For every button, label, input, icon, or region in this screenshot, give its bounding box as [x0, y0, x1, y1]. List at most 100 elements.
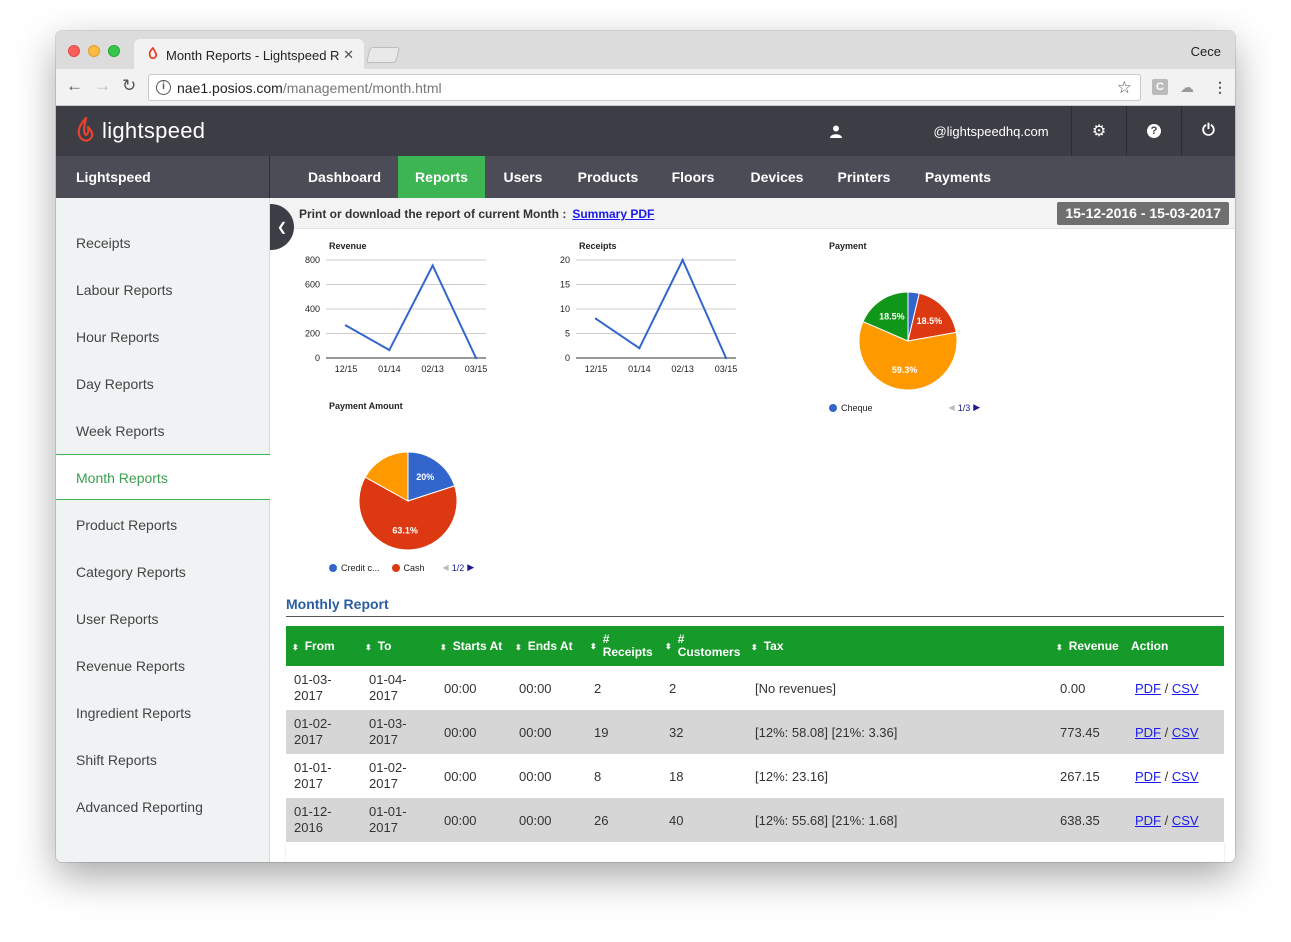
reload-icon[interactable]: ↻	[122, 77, 136, 95]
sort-icon: ⬍	[751, 643, 758, 652]
user-icon-cell[interactable]	[814, 106, 858, 156]
data-point	[431, 264, 434, 267]
cell-action: PDF / CSV	[1127, 754, 1224, 798]
maximize-window-button[interactable]	[108, 45, 120, 57]
x-tick-label: 02/13	[671, 364, 694, 374]
sidebar-item-hour-reports[interactable]: Hour Reports	[56, 314, 270, 360]
cell-starts-at: 00:00	[444, 680, 477, 696]
cell-starts-at: 00:00	[436, 710, 511, 754]
csv-download-link[interactable]: CSV	[1172, 813, 1199, 828]
col-customers[interactable]: ⬍# Customers	[661, 626, 747, 666]
sidebar-item-week-reports[interactable]: Week Reports	[56, 408, 270, 454]
cell-from: 01-02-2017	[286, 710, 361, 754]
sidebar-item-advanced-reporting[interactable]: Advanced Reporting	[56, 784, 270, 830]
slice-label: 59.3%	[892, 365, 918, 375]
pdf-download-link[interactable]: PDF	[1135, 725, 1161, 740]
tab-floors[interactable]: Floors	[663, 156, 723, 198]
csv-download-link[interactable]: CSV	[1172, 725, 1199, 740]
browser-tab[interactable]: Month Reports - Lightspeed R ✕	[134, 39, 364, 69]
pdf-download-link[interactable]: PDF	[1135, 769, 1161, 784]
sort-icon: ⬍	[590, 642, 597, 652]
sidebar-item-month-reports[interactable]: Month Reports	[56, 454, 270, 500]
slice-label: 18.5%	[879, 311, 905, 321]
pager-next-icon[interactable]: ▶	[467, 562, 474, 573]
settings-gear-icon[interactable]: ⚙	[1071, 106, 1126, 156]
cell-to: 01-01-2017	[361, 798, 436, 842]
sidebar-item-user-reports[interactable]: User Reports	[56, 596, 270, 642]
sidebar-item-day-reports[interactable]: Day Reports	[56, 361, 270, 407]
info-icon[interactable]: i	[156, 80, 171, 95]
legend-cheque: Cheque	[841, 402, 873, 413]
cell-receipts: 8	[594, 768, 602, 784]
col-from[interactable]: ⬍ From	[286, 626, 361, 666]
address-bar[interactable]: i nae1.posios.com/management/month.html …	[148, 74, 1141, 101]
col-revenue[interactable]: ⬍ Revenue	[1052, 626, 1127, 666]
lightspeed-logo[interactable]: lightspeed	[76, 117, 205, 145]
cloud-extension-icon[interactable]: ☁	[1180, 79, 1194, 96]
reports-sidebar: Receipts Labour Reports Hour Reports Day…	[56, 198, 270, 862]
legend-credit: Credit c...	[341, 562, 380, 573]
sidebar-item-receipts[interactable]: Receipts	[56, 220, 270, 266]
tab-payments[interactable]: Payments	[918, 156, 998, 198]
pager-prev-icon[interactable]: ◀	[949, 403, 955, 412]
help-icon[interactable]: ?	[1126, 106, 1181, 156]
tab-devices[interactable]: Devices	[742, 156, 812, 198]
sidebar-item-product-reports[interactable]: Product Reports	[56, 502, 270, 548]
legend-cash: Cash	[403, 562, 425, 573]
y-tick-label: 400	[305, 304, 320, 314]
close-window-button[interactable]	[68, 45, 80, 57]
sidebar-item-category-reports[interactable]: Category Reports	[56, 549, 270, 595]
slice-label: 63.1%	[392, 525, 418, 535]
data-point	[388, 348, 391, 352]
tab-dashboard[interactable]: Dashboard	[297, 156, 392, 198]
y-tick-label: 5	[565, 329, 570, 339]
menu-dots-icon[interactable]: ⋮	[1213, 79, 1227, 96]
pager-next-icon[interactable]: ▶	[973, 402, 980, 413]
tab-products[interactable]: Products	[568, 156, 648, 198]
payment-pie-chart: 18.5% 59.3% 18.5%	[858, 291, 958, 391]
back-arrow-icon[interactable]: ←	[66, 77, 83, 95]
user-email[interactable]: @lightspeedhq.com	[916, 106, 1066, 156]
pager-prev-icon[interactable]: ◀	[443, 563, 449, 572]
tab-printers[interactable]: Printers	[830, 156, 898, 198]
cell-receipts: 2	[594, 680, 602, 696]
sidebar-item-revenue-reports[interactable]: Revenue Reports	[56, 643, 270, 689]
sort-icon: ⬍	[665, 642, 672, 652]
revenue-line-chart: 0 200 400 600 800 12/15 01/14 02/13 03/15	[305, 255, 487, 374]
cell-ends-at: 00:00	[519, 768, 552, 784]
extension-c-icon[interactable]: C	[1152, 79, 1168, 95]
cell-ends-at: 00:00	[511, 710, 586, 754]
col-to[interactable]: ⬍ To	[361, 626, 436, 666]
main-navigation: Lightspeed Dashboard Reports Users Produ…	[56, 156, 1235, 198]
y-tick-label: 20	[560, 255, 570, 265]
app-header: lightspeed @lightspeedhq.com ⚙ ? ⏻	[56, 106, 1235, 156]
sidebar-item-labour-reports[interactable]: Labour Reports	[56, 267, 270, 313]
minimize-window-button[interactable]	[88, 45, 100, 57]
date-range-badge[interactable]: 15-12-2016 - 15-03-2017	[1057, 202, 1229, 225]
col-ends-at[interactable]: ⬍ Ends At	[511, 626, 586, 666]
profile-name[interactable]: Cece	[1191, 44, 1221, 59]
browser-window: Month Reports - Lightspeed R ✕ Cece ← → …	[56, 31, 1235, 862]
bookmark-star-icon[interactable]: ☆	[1117, 78, 1132, 98]
csv-download-link[interactable]: CSV	[1172, 681, 1199, 696]
pdf-download-link[interactable]: PDF	[1135, 813, 1161, 828]
tab-close-icon[interactable]: ✕	[343, 47, 354, 63]
lightspeed-favicon-icon	[148, 47, 158, 60]
sidebar-item-ingredient-reports[interactable]: Ingredient Reports	[56, 690, 270, 736]
forward-arrow-icon[interactable]: →	[94, 77, 111, 95]
tab-reports[interactable]: Reports	[398, 156, 485, 198]
sidebar-item-shift-reports[interactable]: Shift Reports	[56, 737, 270, 783]
payment-amount-pie-chart: 20% 63.1%	[358, 451, 458, 551]
power-logout-icon[interactable]: ⏻	[1181, 106, 1235, 156]
csv-download-link[interactable]: CSV	[1172, 769, 1199, 784]
tab-users[interactable]: Users	[496, 156, 550, 198]
summary-pdf-link[interactable]: Summary PDF	[572, 207, 654, 221]
pdf-download-link[interactable]: PDF	[1135, 681, 1161, 696]
col-starts-at[interactable]: ⬍ Starts At	[436, 626, 511, 666]
new-tab-button[interactable]	[365, 47, 401, 63]
col-receipts[interactable]: ⬍# Receipts	[586, 626, 661, 666]
table-row: 01-12-2016 01-01-2017 00:00 00:00 26 40 …	[286, 798, 1224, 842]
col-tax[interactable]: ⬍ Tax	[747, 626, 1052, 666]
cell-ends-at: 00:00	[519, 680, 552, 696]
main-content: ❮ Print or download the report of curren…	[270, 198, 1235, 862]
